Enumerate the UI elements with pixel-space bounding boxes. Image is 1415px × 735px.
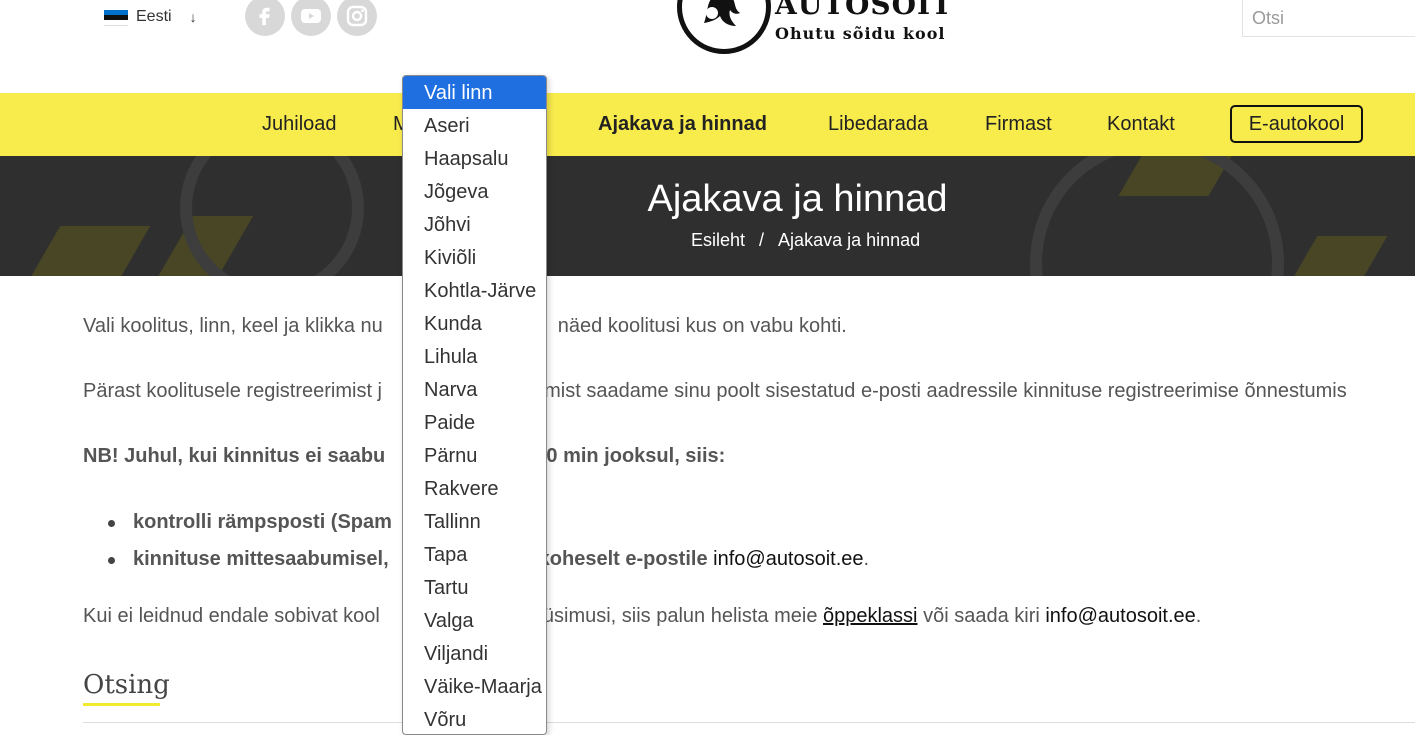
city-option[interactable]: Tallinn bbox=[403, 505, 546, 538]
city-option[interactable]: Tapa bbox=[403, 538, 546, 571]
list-item-spam-text: kontrolli rämpsposti (Spam bbox=[133, 511, 392, 533]
breadcrumb-current: Ajakava ja hinnad bbox=[778, 230, 921, 250]
city-option[interactable]: Aseri bbox=[403, 109, 546, 142]
city-option[interactable]: Tartu bbox=[403, 571, 546, 604]
email-link[interactable]: info@autosoit.ee bbox=[713, 548, 863, 570]
chevron-down-icon: ↓ bbox=[189, 9, 197, 25]
city-option[interactable]: Valga bbox=[403, 604, 546, 637]
list-item-period: . bbox=[863, 548, 870, 570]
city-option[interactable]: Kiviõli bbox=[403, 241, 546, 274]
heading-underline bbox=[83, 703, 160, 706]
city-option[interactable]: Vali linn bbox=[403, 76, 546, 109]
city-option[interactable]: Pärnu bbox=[403, 439, 546, 472]
list-item-contact-text-start: kinnituse mittesaabumisel, bbox=[133, 548, 389, 570]
nav-item-firmast[interactable]: Firmast bbox=[985, 113, 1052, 136]
page-hero: Ajakava ja hinnad Esileht / Ajakava ja hin… bbox=[0, 156, 1415, 276]
registration-text-start: Pärast koolitusele registreerimist j bbox=[83, 380, 382, 402]
city-option[interactable]: Rakvere bbox=[403, 472, 546, 505]
logo-emblem[interactable] bbox=[677, 0, 771, 54]
oppeklassi-link[interactable]: õppeklassi bbox=[823, 605, 918, 627]
contact-text-middle: küsimusi, siis palun helista meie bbox=[532, 605, 818, 627]
youtube-icon[interactable] bbox=[291, 0, 331, 36]
nav-item-kontakt[interactable]: Kontakt bbox=[1107, 113, 1175, 136]
instagram-icon[interactable] bbox=[337, 0, 377, 36]
city-option[interactable]: Jõgeva bbox=[403, 175, 546, 208]
intro-text-end: näed koolitusi kus on vabu kohti. bbox=[557, 315, 847, 337]
contact-text-start: Kui ei leidnud endale sobivat kool bbox=[83, 605, 380, 627]
logo-subtitle: Ohutu sõidu kool bbox=[775, 24, 946, 43]
registration-text-end: amist saadame sinu poolt sisestatud e-po… bbox=[533, 380, 1347, 402]
nb-text-end: 20 min jooksul, siis: bbox=[535, 445, 726, 467]
city-option[interactable]: Võru bbox=[403, 703, 546, 734]
nb-text-start: NB! Juhul, kui kinnitus ei saabu bbox=[83, 445, 386, 467]
breadcrumb-home[interactable]: Esileht bbox=[691, 230, 745, 250]
e-autokool-button[interactable]: E-autokool bbox=[1230, 105, 1363, 143]
list-item-contact-text-end: koheselt e-postile bbox=[538, 548, 708, 570]
city-option[interactable]: Haapsalu bbox=[403, 142, 546, 175]
language-selector[interactable]: Eesti ↓ bbox=[104, 8, 197, 26]
contact-text-end: või saada kiri bbox=[923, 605, 1040, 627]
section-heading-otsing: Otsing bbox=[83, 670, 170, 700]
email-link[interactable]: info@autosoit.ee bbox=[1045, 605, 1195, 627]
city-dropdown-list[interactable]: Vali linn Aseri Haapsalu Jõgeva Jõhvi Kiviõli… bbox=[402, 75, 547, 735]
page-title: Ajakava ja hinnad bbox=[647, 178, 948, 220]
estonia-flag-icon bbox=[104, 9, 128, 26]
breadcrumb-separator: / bbox=[759, 230, 765, 250]
breadcrumb: Esileht / Ajakava ja hinnad bbox=[691, 230, 920, 251]
city-option[interactable]: Lihula bbox=[403, 340, 546, 373]
nav-item-ajakava[interactable]: Ajakava ja hinnad bbox=[598, 113, 767, 136]
intro-text-start: Vali koolitus, linn, keel ja klikka nu bbox=[83, 315, 383, 337]
city-option[interactable]: Viljandi bbox=[403, 637, 546, 670]
search-input[interactable] bbox=[1242, 0, 1415, 37]
language-label: Eesti bbox=[136, 8, 172, 25]
main-nav: Juhiload M Ajakava ja hinnad Libedarada … bbox=[0, 93, 1415, 156]
city-option[interactable]: Kunda bbox=[403, 307, 546, 340]
city-option[interactable]: Narva bbox=[403, 373, 546, 406]
divider bbox=[83, 722, 1415, 723]
city-option[interactable]: Jõhvi bbox=[403, 208, 546, 241]
city-option[interactable]: Kohtla-Järve bbox=[403, 274, 546, 307]
logo-title: AUTOSOIT bbox=[775, 0, 953, 21]
facebook-icon[interactable] bbox=[245, 0, 285, 36]
contact-period: . bbox=[1195, 605, 1202, 627]
contact-paragraph: Kui ei leidnud endale sobivat kool küsimu… bbox=[83, 605, 1201, 628]
list-item: kontrolli rämpsposti (Spam bbox=[108, 511, 392, 534]
nav-item-juhiload[interactable]: Juhiload bbox=[262, 113, 337, 136]
city-option[interactable]: Väike-Maarja bbox=[403, 670, 546, 703]
registration-paragraph: Pärast koolitusele registreerimist j amis… bbox=[83, 380, 1347, 403]
city-option[interactable]: Paide bbox=[403, 406, 546, 439]
nav-item-libedarada[interactable]: Libedarada bbox=[828, 113, 928, 136]
